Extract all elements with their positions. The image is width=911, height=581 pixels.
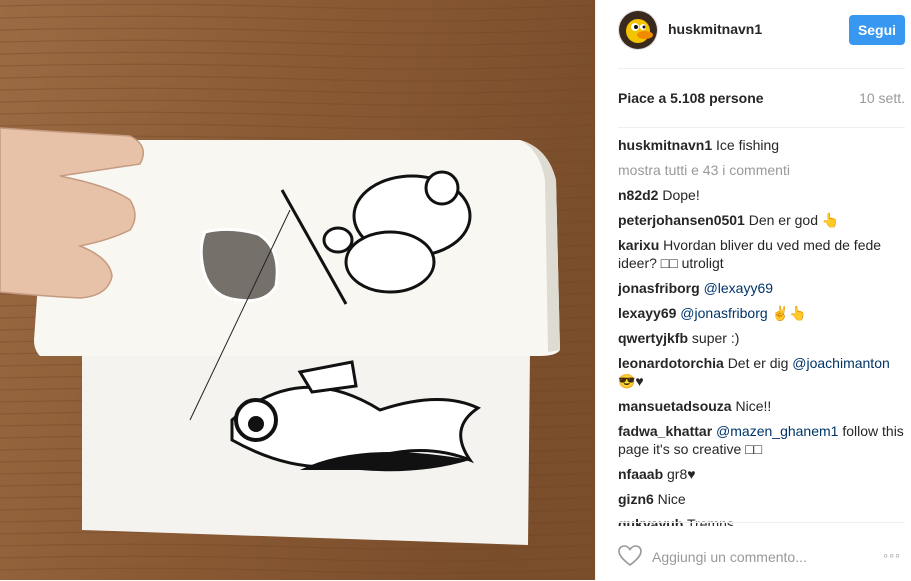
comment-username[interactable]: leonardotorchia: [618, 355, 724, 371]
likes-count[interactable]: Piace a 5.108 persone: [618, 90, 764, 106]
comment-mention[interactable]: @joachimanton: [792, 355, 890, 371]
post-photo[interactable]: [0, 0, 595, 580]
comment-username[interactable]: lexayy69: [618, 305, 676, 321]
comment-item: leonardotorchia Det er dig @joachimanton…: [618, 354, 905, 390]
comment-text: Det er dig: [727, 355, 793, 371]
comment-item: nfaaab gr8♥: [618, 465, 905, 483]
comment-username[interactable]: fadwa_khattar: [618, 423, 712, 439]
comment-username[interactable]: karixu: [618, 237, 659, 253]
duck-avatar-icon: [619, 11, 657, 49]
caption-username[interactable]: huskmitnavn1: [618, 137, 712, 153]
comment-username[interactable]: n82d2: [618, 187, 658, 203]
comment-item: peterjohansen0501 Den er god 👆: [618, 211, 905, 229]
comment-item: qwertyjkfb super :): [618, 329, 905, 347]
comment-username[interactable]: gizn6: [618, 491, 654, 507]
comment-item: mansuetadsouza Nice!!: [618, 397, 905, 415]
comment-text: Den er god 👆: [748, 212, 840, 228]
comment-text: ✌👆: [767, 305, 807, 321]
post-date[interactable]: 10 sett.: [859, 90, 905, 106]
comment-text: gr8♥: [667, 466, 696, 482]
caption-text: Ice fishing: [716, 137, 780, 153]
comment-text-after: 😎♥: [618, 373, 644, 389]
comment-text: Nice: [657, 491, 686, 507]
comment-username[interactable]: nfaaab: [618, 466, 663, 482]
post-username[interactable]: huskmitnavn1: [668, 21, 762, 37]
comment-item: jonasfriborg @lexayy69: [618, 279, 905, 297]
likes-row: Piace a 5.108 persone 10 sett.: [618, 69, 905, 128]
like-heart-icon[interactable]: [618, 545, 642, 572]
more-options-icon[interactable]: ◦◦◦: [883, 547, 901, 563]
comment-mention[interactable]: @mazen_ghanem1: [716, 423, 838, 439]
avatar[interactable]: [618, 10, 658, 50]
show-all-comments-link[interactable]: mostra tutti e 43 i commenti: [618, 161, 905, 179]
comment-mention[interactable]: @lexayy69: [704, 280, 773, 296]
comment-item: lexayy69 @jonasfriborg ✌👆: [618, 304, 905, 322]
comment-mention[interactable]: @jonasfriborg: [680, 305, 767, 321]
comments-panel: huskmitnavn1 Segui Piace a 5.108 persone…: [595, 0, 911, 580]
comment-username[interactable]: jonasfriborg: [618, 280, 700, 296]
comment-text: Nice!!: [735, 398, 772, 414]
add-comment-input[interactable]: Aggiungi un commento...: [652, 549, 807, 565]
comment-item: karixu Hvordan bliver du ved med de fede…: [618, 236, 905, 272]
caption: huskmitnavn1 Ice fishing: [618, 136, 905, 154]
comment-username[interactable]: mansuetadsouza: [618, 398, 732, 414]
comment-text: super :): [691, 330, 740, 346]
comment-item: gizn6 Nice: [618, 490, 905, 508]
comment-item: n82d2 Dope!: [618, 186, 905, 204]
post-header: huskmitnavn1 Segui: [618, 0, 905, 69]
comment-text: Dope!: [662, 187, 700, 203]
comment-username[interactable]: qwertyjkfb: [618, 330, 688, 346]
follow-button[interactable]: Segui: [849, 15, 905, 45]
comment-footer: Aggiungi un commento... ◦◦◦: [618, 522, 905, 581]
photo-illustration: [0, 0, 595, 580]
comment-list: huskmitnavn1 Ice fishing mostra tutti e …: [618, 128, 905, 526]
comment-username[interactable]: peterjohansen0501: [618, 212, 745, 228]
comment-item: fadwa_khattar @mazen_ghanem1 follow this…: [618, 422, 905, 458]
